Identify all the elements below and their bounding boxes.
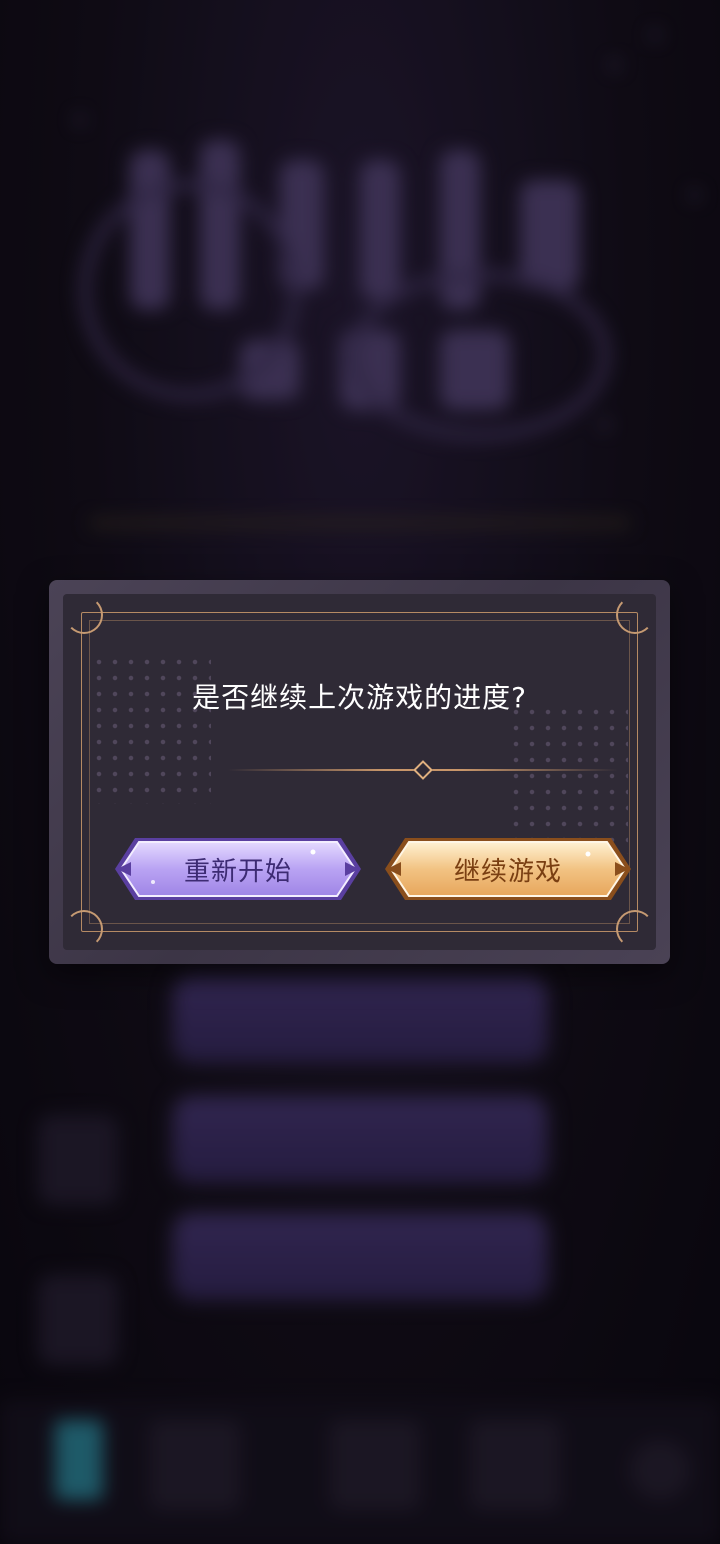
- restart-button[interactable]: 重新开始: [113, 832, 363, 906]
- continue-button[interactable]: 继续游戏: [383, 832, 633, 906]
- continue-progress-dialog: 是否继续上次游戏的进度? 重新开始 继续游戏: [49, 580, 670, 964]
- corner-ornament: [65, 910, 103, 948]
- game-screen: 是否继续上次游戏的进度? 重新开始 继续游戏: [0, 0, 720, 1544]
- dialog-panel: 是否继续上次游戏的进度? 重新开始 继续游戏: [63, 594, 656, 950]
- corner-ornament: [616, 596, 654, 634]
- continue-button-label: 继续游戏: [453, 856, 562, 887]
- corner-ornament: [616, 910, 654, 948]
- dialog-message: 是否继续上次游戏的进度?: [192, 681, 527, 714]
- restart-button-label: 重新开始: [183, 856, 292, 887]
- corner-ornament: [65, 596, 103, 634]
